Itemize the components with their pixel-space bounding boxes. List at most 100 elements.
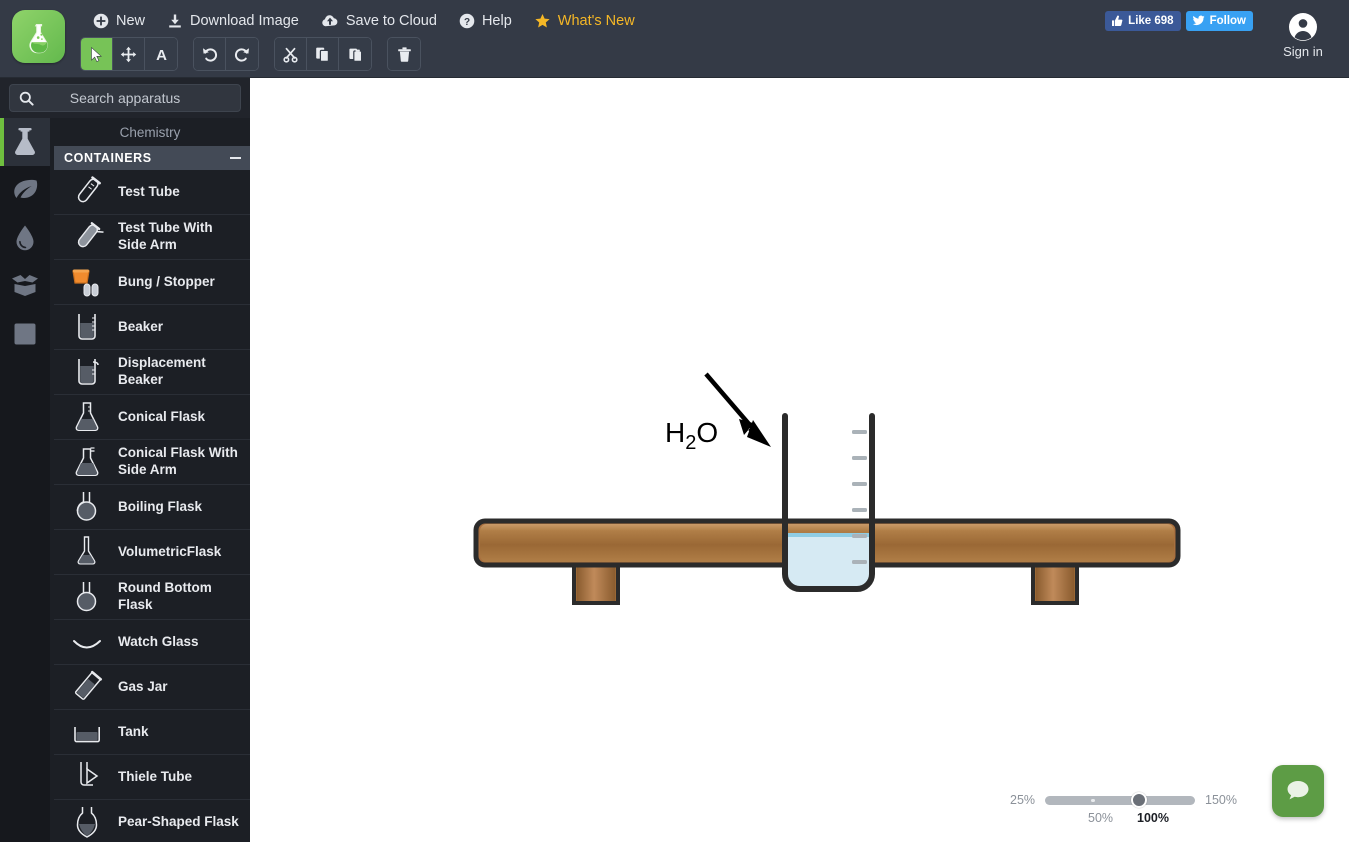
- zoom-slider-track[interactable]: [1045, 792, 1196, 808]
- droplet-icon: [16, 225, 34, 251]
- annotation-h2o[interactable]: H2O: [665, 417, 718, 454]
- beaker-object[interactable]: [782, 413, 875, 592]
- tool-group-clipboard: [274, 37, 372, 71]
- watch-glass-icon: [66, 623, 108, 661]
- zoom-max-label: 150%: [1205, 793, 1238, 807]
- text-tool-button[interactable]: A: [145, 38, 177, 70]
- sign-in-button[interactable]: Sign in: [1267, 12, 1339, 59]
- like-label: Like 698: [1128, 15, 1174, 27]
- zoom-min-label: 25%: [1010, 793, 1036, 807]
- svg-text:?: ?: [464, 17, 470, 28]
- chat-bubble-icon: [1287, 781, 1309, 800]
- download-icon: [167, 13, 183, 29]
- rail-item-biology[interactable]: [0, 166, 50, 214]
- rail-item-chemistry[interactable]: [0, 118, 50, 166]
- list-item[interactable]: Test Tube With Side Arm: [54, 215, 250, 260]
- move-tool-button[interactable]: [113, 38, 145, 70]
- zoom-slider-handle[interactable]: [1131, 792, 1148, 808]
- menu-item-save-to-cloud[interactable]: Save to Cloud: [310, 7, 448, 35]
- thiele-tube-icon: [66, 758, 108, 796]
- star-icon: [534, 13, 551, 29]
- list-item[interactable]: Test Tube: [54, 170, 250, 215]
- item-label: Test Tube With Side Arm: [118, 220, 213, 252]
- list-item[interactable]: VolumetricFlask: [54, 530, 250, 575]
- list-item[interactable]: Boiling Flask: [54, 485, 250, 530]
- rail-item-liquids[interactable]: [0, 214, 50, 262]
- conical-flask-icon: [66, 398, 108, 436]
- rail-item-misc[interactable]: [0, 262, 50, 310]
- menu-item-help[interactable]: ? Help: [448, 7, 523, 35]
- menu-label: What's New: [557, 13, 635, 29]
- plus-circle-icon: [93, 13, 109, 29]
- conical-flask-side-arm-icon: [66, 443, 108, 481]
- flask-logo-icon: [28, 23, 48, 53]
- avatar-icon: [1289, 13, 1317, 41]
- scissors-icon: [283, 47, 298, 63]
- zoom-control: 25% 150%: [1010, 792, 1238, 808]
- trash-icon: [397, 46, 411, 62]
- list-item[interactable]: Beaker: [54, 305, 250, 350]
- paste-button[interactable]: [339, 38, 371, 70]
- follow-label: Follow: [1209, 15, 1246, 27]
- twitter-follow-button[interactable]: Follow: [1185, 11, 1253, 31]
- copy-button[interactable]: [307, 38, 339, 70]
- panel-title: Chemistry: [50, 118, 250, 146]
- open-box-icon: [12, 275, 38, 296]
- list-item[interactable]: Conical Flask: [54, 395, 250, 440]
- drawing-canvas[interactable]: H2O 25% 150% 50% 100%: [250, 78, 1349, 842]
- beaker-icon: [66, 308, 108, 346]
- list-item[interactable]: Round Bottom Flask: [54, 575, 250, 620]
- list-item[interactable]: Pear-Shaped Flask: [54, 800, 250, 842]
- tank-icon: [66, 713, 108, 751]
- search-input[interactable]: [10, 85, 240, 111]
- list-item[interactable]: Tank: [54, 710, 250, 755]
- social-buttons: Like 698 Follow: [1105, 11, 1253, 31]
- menu-item-new[interactable]: New: [82, 7, 156, 35]
- item-label: Beaker: [118, 318, 164, 334]
- thumbs-up-icon: [1112, 15, 1123, 27]
- list-item[interactable]: Gas Jar: [54, 665, 250, 710]
- item-label: Displacement Beaker: [118, 355, 206, 387]
- search-bar: [0, 78, 250, 118]
- redo-button[interactable]: [226, 38, 258, 70]
- main-menu: New Download Image Save to Cloud ? Help: [82, 7, 646, 35]
- menu-item-download-image[interactable]: Download Image: [156, 7, 310, 35]
- tool-group-edit: A: [80, 37, 178, 71]
- chat-support-button[interactable]: [1272, 765, 1324, 817]
- tool-group-history: [193, 37, 259, 71]
- cursor-arrow-icon: [91, 46, 102, 62]
- redo-icon: [234, 48, 249, 62]
- undo-button[interactable]: [194, 38, 226, 70]
- menu-label: New: [116, 13, 146, 29]
- category-header-containers[interactable]: CONTAINERS: [54, 146, 250, 170]
- test-tube-side-arm-icon: [66, 218, 108, 256]
- apparatus-list: Test Tube Test Tube With Side Arm Bung /…: [50, 170, 250, 842]
- item-label: VolumetricFlask: [118, 543, 222, 559]
- search-box[interactable]: [9, 84, 241, 112]
- app-logo[interactable]: [12, 10, 65, 63]
- delete-button[interactable]: [388, 38, 420, 70]
- square-icon: [14, 323, 36, 345]
- gas-jar-icon: [66, 668, 108, 706]
- minus-icon[interactable]: [230, 157, 241, 159]
- item-label: Test Tube: [118, 183, 180, 199]
- list-item[interactable]: Displacement Beaker: [54, 350, 250, 395]
- select-tool-button[interactable]: [81, 38, 113, 70]
- undo-icon: [202, 48, 217, 62]
- item-label: Bung / Stopper: [118, 273, 215, 289]
- text-a-icon: A: [156, 47, 167, 63]
- list-item[interactable]: Thiele Tube: [54, 755, 250, 800]
- list-item[interactable]: Watch Glass: [54, 620, 250, 665]
- menu-item-whats-new[interactable]: What's New: [523, 7, 646, 35]
- list-item[interactable]: Conical Flask With Side Arm: [54, 440, 250, 485]
- facebook-like-button[interactable]: Like 698: [1105, 11, 1181, 31]
- item-label: Conical Flask: [118, 408, 206, 424]
- apparatus-panel: Chemistry CONTAINERS Test Tube Test Tube…: [50, 118, 250, 842]
- list-item[interactable]: Bung / Stopper: [54, 260, 250, 305]
- cut-button[interactable]: [275, 38, 307, 70]
- search-icon: [19, 91, 34, 111]
- item-label: Round Bottom Flask: [118, 580, 212, 612]
- cloud-upload-icon: [321, 13, 339, 29]
- rail-item-shapes[interactable]: [0, 310, 50, 358]
- item-label: Pear-Shaped Flask: [118, 813, 239, 829]
